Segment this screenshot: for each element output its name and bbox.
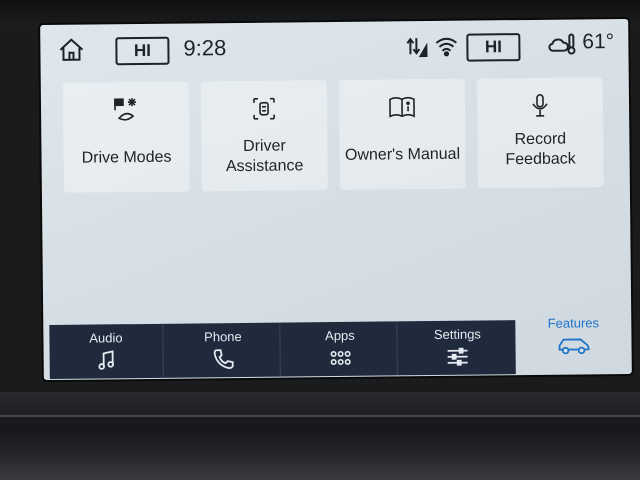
tile-label-line1: Record [514, 130, 567, 149]
wifi-icon [434, 35, 458, 57]
nav-label: Settings [433, 326, 481, 342]
book-icon [387, 93, 417, 121]
tile-label: Drive Modes [81, 148, 172, 167]
left-climate-hi-button[interactable]: HI [115, 36, 170, 66]
nav-settings[interactable]: Settings [400, 320, 515, 375]
outside-temperature: 61° [582, 30, 615, 54]
music-note-icon [94, 348, 118, 372]
home-icon[interactable] [56, 37, 86, 63]
tile-owners-manual[interactable]: Owner's Manual [338, 78, 466, 190]
clock: 9:28 [183, 35, 227, 61]
signal-arrows-icon [405, 34, 428, 58]
drive-modes-icon [111, 96, 141, 124]
weather-icon [547, 31, 577, 55]
nav-label: Features [547, 315, 600, 331]
tile-label-line2: Feedback [505, 150, 576, 169]
nav-label: Phone [204, 328, 242, 345]
phone-icon [211, 347, 235, 371]
microphone-icon [525, 92, 555, 120]
tile-label: Owner's Manual [344, 145, 461, 164]
dashboard-trim [0, 392, 640, 480]
right-climate-hi-button[interactable]: HI [466, 33, 521, 62]
tile-label-line1: Driver [243, 137, 286, 155]
nav-audio[interactable]: Audio [49, 323, 164, 380]
nav-apps[interactable]: Apps [283, 321, 398, 377]
nav-phone[interactable]: Phone [166, 322, 281, 378]
dashboard-edge [0, 415, 640, 417]
driver-assist-icon [249, 95, 279, 123]
status-bar: HI 9:28 HI 61° [40, 19, 629, 77]
nav-label: Audio [89, 330, 123, 346]
sliders-icon [446, 345, 470, 369]
tile-drive-modes[interactable]: Drive Modes [62, 81, 190, 193]
tile-driver-assistance[interactable]: Driver Assistance [200, 80, 328, 192]
car-icon [556, 334, 590, 356]
nav-features[interactable]: Features [515, 307, 632, 374]
nav-label: Apps [325, 327, 355, 344]
infotainment-screen: HI 9:28 HI 61° Drive Modes Driver Assist… [40, 18, 632, 381]
tile-record-feedback[interactable]: Record Feedback [476, 77, 604, 189]
tile-label-line2: Assistance [225, 157, 304, 176]
grid-icon [328, 346, 352, 370]
bottom-nav: Audio Phone Apps Settings [49, 320, 516, 380]
